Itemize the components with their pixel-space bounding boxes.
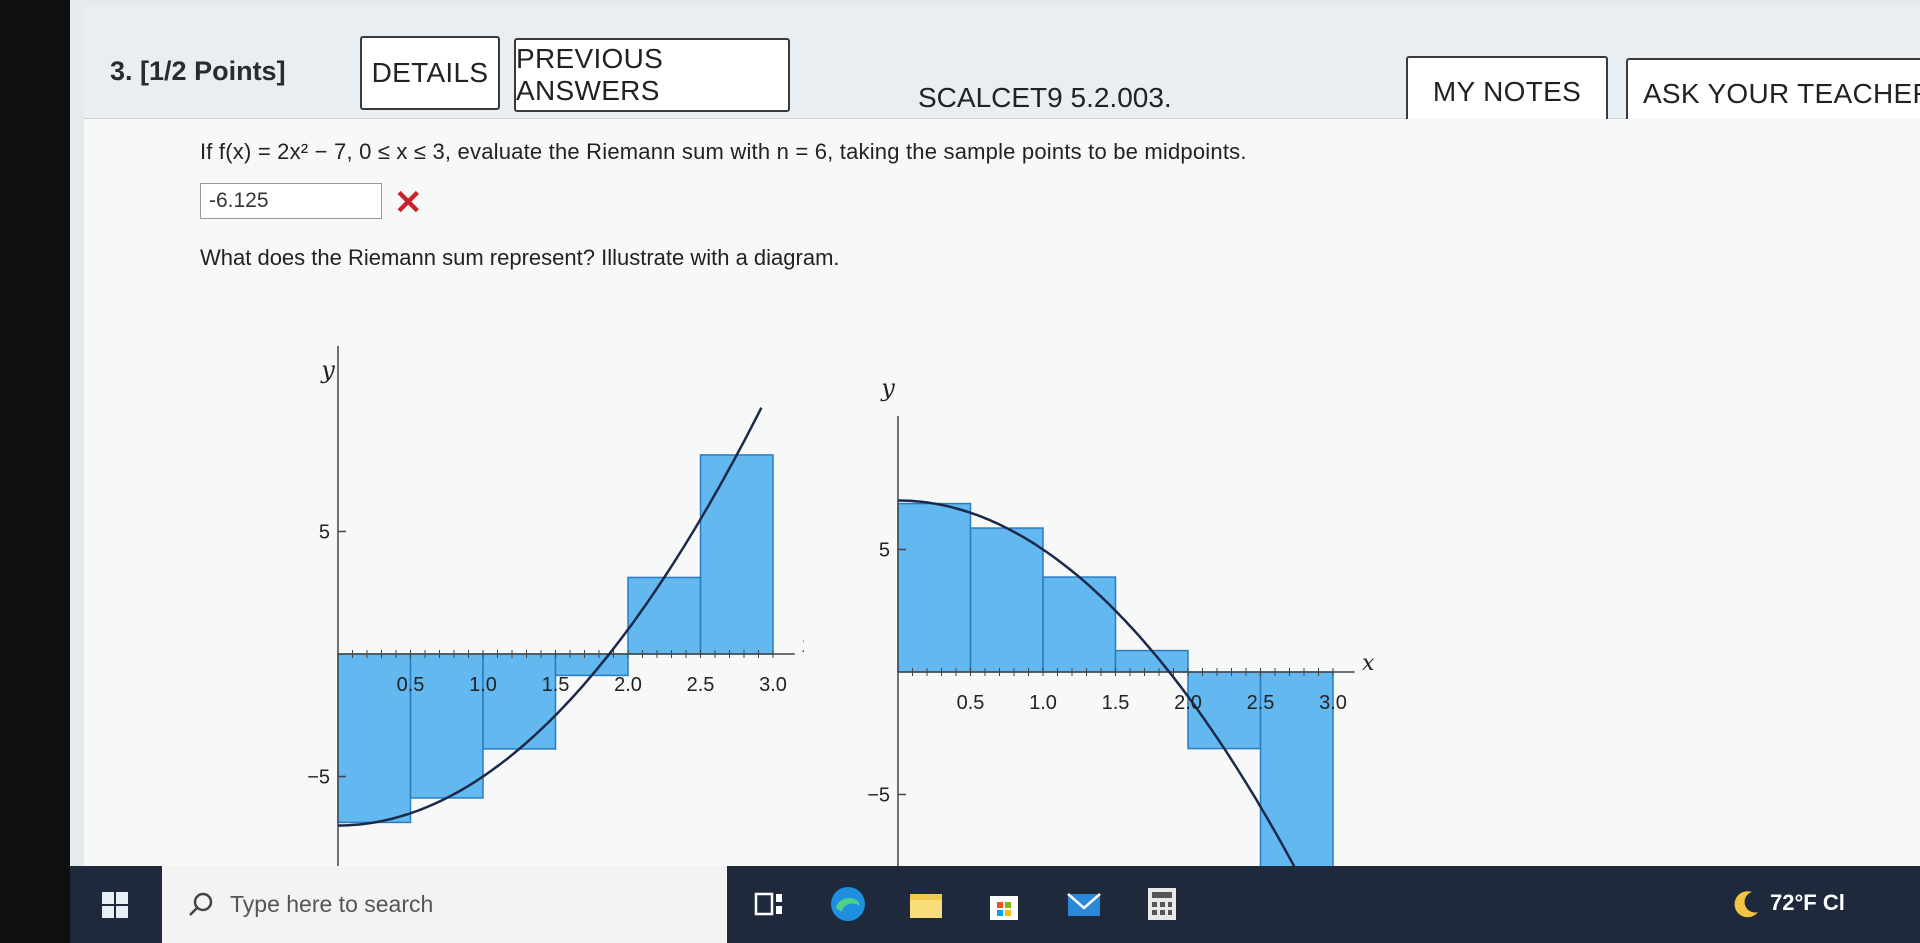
riemann-bar [1042,576,1117,673]
mail-icon[interactable] [1064,884,1104,924]
riemann-bar [482,653,557,750]
taskbar: Type here to search 72°F Cl [70,866,1920,943]
x-tick-label: 0.5 [957,692,985,714]
y-axis-label: y [320,356,335,384]
x-tick-label: 1.0 [1029,692,1057,714]
question-header: 3. [1/2 Points] DETAILS PREVIOUS ANSWERS… [84,6,1920,130]
question-code: SCALCET9 5.2.003. [918,82,1172,113]
question-number: 3. [1/2 Points] [110,56,286,86]
answer-input[interactable]: -6.125 [200,183,382,219]
x-tick-label: 2.5 [1247,692,1275,714]
task-view-icon[interactable] [750,884,790,924]
edge-browser-icon[interactable] [828,884,868,924]
x-tick-label: 1.5 [542,674,570,696]
x-tick-label: 2.0 [1174,692,1202,714]
x-axis-label: x [1362,651,1375,676]
search-placeholder: Type here to search [230,891,434,917]
y-tick-label: −5 [867,785,890,807]
x-tick-label: 1.0 [469,674,497,696]
details-button[interactable]: DETAILS [360,36,500,110]
riemann-bar [554,653,629,677]
file-explorer-icon[interactable] [906,884,946,924]
my-notes-button[interactable]: MY NOTES [1406,56,1608,128]
windows-start-icon[interactable] [102,892,128,918]
riemann-bar [969,527,1044,673]
x-tick-label: 2.0 [614,674,642,696]
riemann-bar [1114,649,1189,673]
question-body: If f(x) = 2x² − 7, 0 ≤ x ≤ 3, evaluate t… [84,119,1920,870]
x-tick-label: 1.5 [1102,692,1130,714]
calculator-icon[interactable] [1142,884,1182,924]
taskbar-search[interactable]: Type here to search [162,866,727,943]
store-icon[interactable] [984,884,1024,924]
x-tick-label: 0.5 [397,674,425,696]
search-icon [189,892,213,916]
incorrect-icon: ✕ [394,184,423,222]
weather-text[interactable]: 72°F Cl [1770,890,1845,916]
y-tick-label: 5 [879,540,890,562]
question-prompt: If f(x) = 2x² − 7, 0 ≤ x ≤ 3, evaluate t… [200,139,1247,164]
riemann-bar [897,502,972,673]
riemann-diagram-right[interactable]: 0.5 1.0 1.5 2.0 2.5 3.0 5 −5 x y [794,284,1454,870]
weather-moon-icon [1734,891,1758,918]
riemann-diagram-left[interactable]: 0.51.01.52.02.53.05−5xy [184,284,804,870]
browser-viewport: 3. [1/2 Points] DETAILS PREVIOUS ANSWERS… [70,0,1920,870]
x-tick-label: 2.5 [687,674,715,696]
x-tick-label: 3.0 [1319,692,1347,714]
riemann-bar [699,454,774,655]
x-tick-label: 3.0 [759,674,787,696]
y-tick-label: −5 [307,767,330,789]
previous-answers-button[interactable]: PREVIOUS ANSWERS [514,38,790,112]
followup-question: What does the Riemann sum represent? Ill… [200,245,840,270]
y-tick-label: 5 [319,522,330,544]
y-axis-label: y [880,374,895,402]
